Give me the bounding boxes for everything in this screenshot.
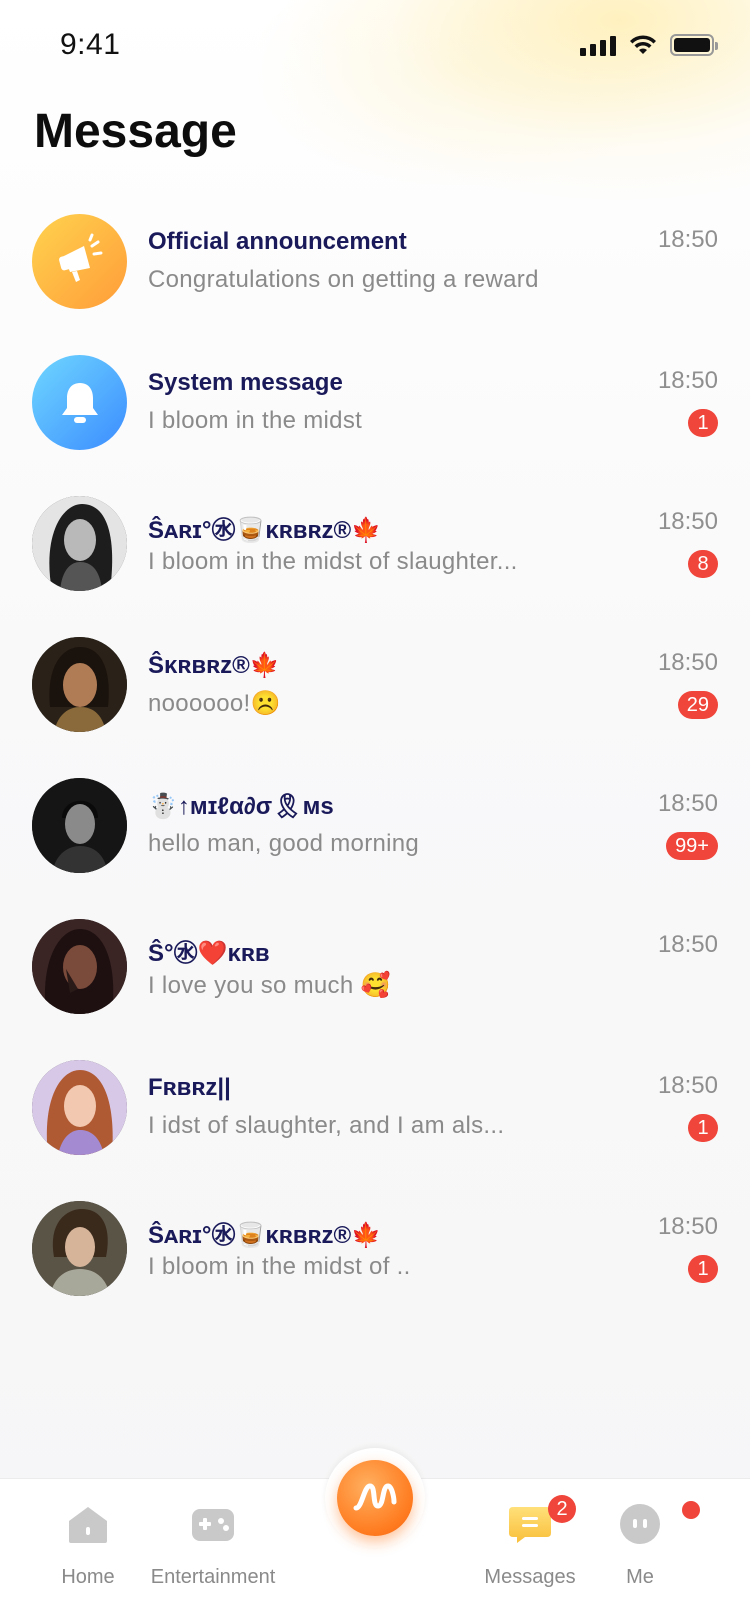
tab-entertainment[interactable]: Entertainment [143, 1501, 283, 1589]
message-time: 18:50 [657, 649, 718, 676]
sender-name: Ŝᴋʀʙʀᴢ®🍁 [148, 652, 280, 679]
sender-name: Fʀʙʀᴢ|| [148, 1074, 231, 1101]
megaphone-icon [32, 214, 127, 309]
sender-name: Ŝᴀʀɪ°㊌🥃ᴋʀʙʀᴢ®🍁 [148, 517, 382, 544]
sender-name: Ŝ°㊌❤️ᴋʀʙ [148, 940, 270, 967]
unread-badge: 99+ [666, 832, 718, 860]
cellular-signal-icon [580, 34, 616, 56]
unread-badge: 1 [688, 1114, 718, 1142]
message-preview: I love you so much 🥰 [148, 972, 391, 999]
message-list: Official announcement Congratulations on… [0, 206, 750, 1334]
message-preview: I bloom in the midst of .. [148, 1253, 411, 1280]
bell-icon [32, 355, 127, 450]
list-item-system-message[interactable]: System message I bloom in the midst 18:5… [0, 347, 750, 488]
message-time: 18:50 [657, 226, 718, 253]
message-time: 18:50 [657, 367, 718, 394]
avatar [32, 919, 127, 1014]
avatar [32, 637, 127, 732]
list-item-chat[interactable]: Ŝᴀʀɪ°㊌🥃ᴋʀʙʀᴢ®🍁 I bloom in the midst of .… [0, 1193, 750, 1334]
sender-name: Official announcement [148, 228, 407, 255]
me-tab-notification-dot [682, 1501, 700, 1519]
page-title: Message [34, 105, 237, 158]
list-item-chat[interactable]: Fʀʙʀᴢ|| I idst of slaughter, and I am al… [0, 1052, 750, 1193]
battery-icon [670, 34, 718, 56]
unread-badge: 1 [688, 409, 718, 437]
tab-label: Home [61, 1566, 115, 1588]
profile-icon [620, 1504, 660, 1544]
list-item-chat[interactable]: Ŝᴋʀʙʀᴢ®🍁 noooooo!☹️ 18:50 29 [0, 629, 750, 770]
list-item-chat[interactable]: ☃️↑ᴍɪℓα∂σ🎗ᴍs hello man, good morning 18:… [0, 770, 750, 911]
message-preview: I idst of slaughter, and I am als... [148, 1112, 505, 1139]
unread-badge: 1 [688, 1255, 718, 1283]
list-item-official-announcement[interactable]: Official announcement Congratulations on… [0, 206, 750, 347]
tab-label: Entertainment [150, 1566, 276, 1588]
home-icon [69, 1507, 107, 1543]
messages-tab-badge: 2 [548, 1495, 576, 1523]
message-screen: 9:41 Message Official announcement Congr… [0, 0, 750, 1624]
tab-label: Me [626, 1566, 654, 1588]
chat-icon [509, 1507, 551, 1543]
list-item-chat[interactable]: Ŝ°㊌❤️ᴋʀʙ I love you so much 🥰 18:50 [0, 911, 750, 1052]
message-preview: hello man, good morning [148, 830, 420, 857]
status-time: 9:41 [60, 28, 121, 61]
avatar [32, 1060, 127, 1155]
message-time: 18:50 [657, 1213, 718, 1240]
message-preview: I bloom in the midst of slaughter... [148, 548, 518, 575]
message-preview: noooooo!☹️ [148, 690, 281, 717]
message-preview: Congratulations on getting a reward [148, 266, 539, 293]
message-time: 18:50 [657, 790, 718, 817]
unread-badge: 29 [677, 691, 718, 719]
sender-name: ☃️↑ᴍɪℓα∂σ🎗ᴍs [148, 793, 334, 820]
wifi-icon [630, 35, 656, 54]
list-item-chat[interactable]: Ŝᴀʀɪ°㊌🥃ᴋʀʙʀᴢ®🍁 I bloom in the midst of s… [0, 488, 750, 629]
avatar [32, 778, 127, 873]
app-logo-icon [337, 1460, 413, 1536]
gamepad-icon [192, 1509, 234, 1541]
unread-badge: 8 [688, 550, 718, 578]
center-action-button[interactable] [325, 1448, 425, 1548]
message-time: 18:50 [657, 1072, 718, 1099]
status-icons [580, 34, 718, 56]
message-preview: I bloom in the midst [148, 407, 363, 434]
avatar [32, 496, 127, 591]
tab-home[interactable]: Home [18, 1501, 158, 1589]
sender-name: Ŝᴀʀɪ°㊌🥃ᴋʀʙʀᴢ®🍁 [148, 1222, 382, 1249]
sender-name: System message [148, 369, 343, 396]
avatar [32, 1201, 127, 1296]
message-time: 18:50 [657, 931, 718, 958]
status-bar: 9:41 [0, 0, 750, 96]
message-time: 18:50 [657, 508, 718, 535]
